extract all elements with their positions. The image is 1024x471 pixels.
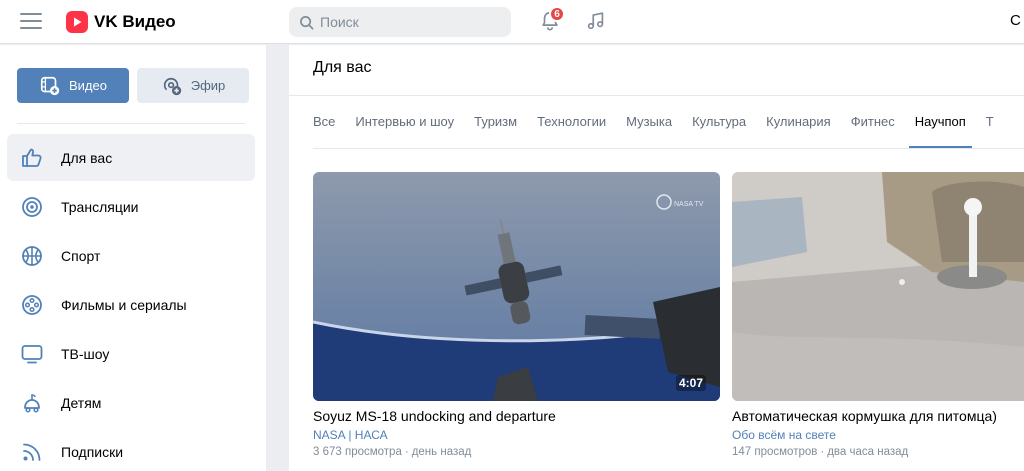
video-card: Автоматическая кормушка для питомца) Обо… — [732, 172, 1024, 458]
main-content: Для вас Все Интервью и шоу Туризм Технол… — [289, 45, 1024, 471]
video-meta: 3 673 просмотра · день назад — [313, 446, 472, 458]
sidebar-item-label: Трансляции — [61, 198, 139, 215]
pet-feeder-thumbnail-image — [732, 172, 1024, 401]
tab-science[interactable]: Научпоп — [908, 111, 972, 148]
sidebar-divider — [17, 123, 245, 124]
sidebar-item-label: Фильмы и сериалы — [61, 296, 187, 313]
video-gallery-icon — [40, 76, 60, 95]
sidebar-item-subscriptions[interactable]: Подписки — [7, 428, 255, 471]
video-views: 147 просмотров — [732, 446, 818, 458]
video-thumbnail[interactable] — [732, 172, 1024, 401]
tab-cooking[interactable]: Кулинария — [766, 111, 831, 148]
space-station-thumbnail-image: NASA TV — [313, 172, 720, 401]
sidebar-item-for-you[interactable]: Для вас — [7, 134, 255, 181]
tab-music[interactable]: Музыка — [626, 111, 672, 148]
search-input[interactable] — [320, 14, 500, 30]
sidebar-item-label: Подписки — [61, 443, 124, 460]
tab-cut[interactable]: Т — [986, 111, 994, 148]
rss-icon — [20, 440, 44, 464]
music-note-icon[interactable] — [585, 10, 607, 32]
video-card: NASA TV 4:07 Soyuz MS-18 undocking and d… — [313, 172, 720, 458]
video-button[interactable]: Видео — [17, 68, 129, 103]
kids-icon — [20, 391, 44, 415]
page-title: Для вас — [313, 59, 372, 76]
basketball-icon — [20, 244, 44, 268]
vk-video-logo-icon — [66, 11, 88, 33]
tab-technology[interactable]: Технологии — [537, 111, 606, 148]
vk-video-logo[interactable]: VK Видео — [66, 11, 176, 33]
category-tabs: Все Интервью и шоу Туризм Технологии Муз… — [313, 111, 1014, 148]
sidebar-item-kids[interactable]: Детям — [7, 379, 255, 426]
tab-tourism[interactable]: Туризм — [474, 111, 517, 148]
thumbs-up-icon — [20, 146, 44, 170]
title-divider — [289, 95, 1024, 96]
tab-culture[interactable]: Культура — [692, 111, 746, 148]
top-header: VK Видео 6 С — [0, 0, 1024, 44]
sidebar-item-label: Детям — [61, 394, 102, 411]
efir-button-label: Эфир — [190, 78, 226, 93]
broadcast-target-icon — [20, 195, 44, 219]
search-box[interactable] — [289, 7, 511, 37]
sidebar-item-tv-shows[interactable]: ТВ-шоу — [7, 330, 255, 377]
header-cut-text: С — [1010, 12, 1021, 29]
sidebar-nav: Для вас Трансляции Спорт Фильмы и сериал… — [7, 134, 255, 471]
live-broadcast-icon — [163, 77, 181, 95]
tv-icon — [20, 342, 44, 366]
video-button-label: Видео — [69, 78, 107, 93]
film-reel-icon — [20, 293, 44, 317]
sidebar: Видео Эфир Для вас Трансляции Спорт Филь… — [0, 45, 266, 471]
menu-burger-icon[interactable] — [20, 13, 42, 31]
logo-text: VK Видео — [94, 12, 176, 31]
tab-fitness[interactable]: Фитнес — [851, 111, 895, 148]
tabs-divider — [313, 148, 1024, 149]
video-channel[interactable]: NASA | НАСА — [313, 428, 720, 442]
video-meta: 147 просмотров · два часа назад — [732, 446, 909, 458]
video-title[interactable]: Soyuz MS-18 undocking and departure — [313, 408, 720, 424]
tab-all[interactable]: Все — [313, 111, 335, 148]
efir-button[interactable]: Эфир — [137, 68, 249, 103]
video-title[interactable]: Автоматическая кормушка для питомца) — [732, 408, 1024, 424]
notifications-count-badge: 6 — [549, 6, 565, 22]
sidebar-item-broadcasts[interactable]: Трансляции — [7, 183, 255, 230]
video-age: день назад — [411, 446, 472, 458]
video-thumbnail[interactable]: NASA TV 4:07 — [313, 172, 720, 401]
search-icon — [300, 15, 314, 29]
nasa-tv-watermark: NASA TV — [674, 201, 704, 208]
video-channel[interactable]: Обо всём на свете — [732, 428, 1024, 442]
video-age: два часа назад — [827, 446, 909, 458]
sidebar-item-sport[interactable]: Спорт — [7, 232, 255, 279]
sidebar-item-label: ТВ-шоу — [61, 345, 110, 362]
tab-interviews[interactable]: Интервью и шоу — [355, 111, 454, 148]
video-duration: 4:07 — [675, 375, 706, 391]
sidebar-item-films[interactable]: Фильмы и сериалы — [7, 281, 255, 328]
sidebar-item-label: Спорт — [61, 247, 101, 264]
sidebar-item-label: Для вас — [61, 149, 113, 166]
video-views: 3 673 просмотра — [313, 446, 402, 458]
